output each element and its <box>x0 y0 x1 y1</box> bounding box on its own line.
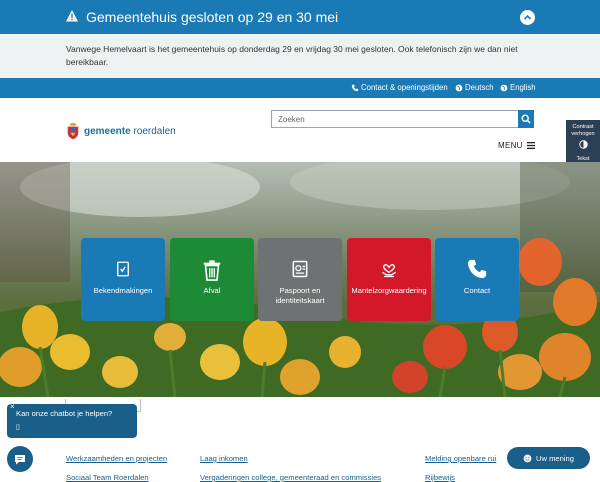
warning-icon <box>66 10 78 22</box>
contact-link[interactable]: Contact & openingstijden <box>351 83 448 92</box>
alert-message: Vanwege Hemelvaart is het gemeentehuis o… <box>66 44 518 67</box>
link-werkzaamheden[interactable]: Werkzaamheden en projecten <box>66 454 167 463</box>
alert-title: Gemeentehuis gesloten op 29 en 30 mei <box>86 9 339 25</box>
site-logo[interactable]: gemeente roerdalen <box>66 122 176 140</box>
link-vergaderingen[interactable]: Vergaderingen college, gemeenteraad en c… <box>200 473 381 482</box>
search-bar <box>271 110 534 128</box>
passport-icon <box>292 260 308 278</box>
contrast-label: Contrast verhogen <box>571 124 595 137</box>
tile-mantelzorgwaardering[interactable]: Mantelzorgwaardering <box>347 238 431 321</box>
chatbot-prompt-text: Kan onze chatbot je helpen? <box>16 409 113 418</box>
link-rijbewijs[interactable]: Rijbewijs <box>425 473 455 482</box>
menu-label: MENU <box>498 141 523 150</box>
chatbot-cursor: ▯ <box>16 424 20 431</box>
globe-icon <box>500 84 508 91</box>
chatbot-button[interactable] <box>7 446 33 472</box>
tile-afval[interactable]: Afval <box>170 238 254 321</box>
coat-of-arms-icon <box>67 122 79 140</box>
menu-button[interactable]: MENU <box>498 141 535 150</box>
globe-icon <box>455 84 463 91</box>
chevron-up-icon <box>523 14 532 20</box>
alert-body: Vanwege Hemelvaart is het gemeentehuis o… <box>0 34 600 78</box>
tile-paspoort[interactable]: Paspoort en identiteitskaart <box>258 238 342 321</box>
language-english-label: English <box>510 83 536 92</box>
trash-icon <box>203 260 221 281</box>
site-header: gemeente roerdalen MENU <box>0 98 600 162</box>
phone-icon <box>351 84 359 91</box>
search-input[interactable] <box>271 110 518 128</box>
utility-bar: Contact & openingstijden Deutsch English <box>0 78 600 98</box>
contact-link-label: Contact & openingstijden <box>361 83 448 92</box>
hamburger-icon <box>526 142 535 149</box>
tile-label: Paspoort en identiteitskaart <box>275 286 325 305</box>
language-deutsch[interactable]: Deutsch <box>455 83 494 92</box>
tile-bekendmakingen[interactable]: Bekendmakingen <box>81 238 165 321</box>
logo-text-name: roerdalen <box>130 125 176 137</box>
tile-label: Mantelzorgwaardering <box>351 286 427 295</box>
tile-contact[interactable]: Contact <box>435 238 519 321</box>
link-laag-inkomen[interactable]: Laag inkomen <box>200 454 248 463</box>
contrast-toggle[interactable]: Contrast verhogen <box>568 124 598 149</box>
hero-banner: Bekendmakingen Afval Paspoort en identit… <box>0 162 600 397</box>
chat-icon <box>15 455 25 465</box>
alert-banner: Gemeentehuis gesloten op 29 en 30 mei <box>0 0 600 34</box>
heart-hand-icon <box>381 264 397 278</box>
language-deutsch-label: Deutsch <box>465 83 494 92</box>
tile-label: Afval <box>203 286 221 295</box>
phone-icon <box>467 259 487 279</box>
document-icon <box>117 261 129 277</box>
link-sociaal-team[interactable]: Sociaal Team Roerdalen <box>66 473 149 482</box>
tile-label: Bekendmakingen <box>93 286 153 295</box>
search-icon <box>521 114 531 124</box>
smiley-icon <box>523 454 532 462</box>
search-button[interactable] <box>518 110 534 128</box>
tile-label: Contact <box>463 286 491 295</box>
chatbot-prompt[interactable]: × Kan onze chatbot je helpen? ▯ <box>7 402 137 438</box>
feedback-label: Uw mening <box>536 453 574 463</box>
link-melding[interactable]: Melding openbare rui <box>425 454 496 463</box>
alert-collapse-button[interactable] <box>520 10 535 25</box>
language-english[interactable]: English <box>500 83 536 92</box>
logo-text-bold: gemeente <box>84 125 131 137</box>
contrast-icon <box>578 140 588 149</box>
feedback-button[interactable]: Uw mening <box>507 447 590 469</box>
